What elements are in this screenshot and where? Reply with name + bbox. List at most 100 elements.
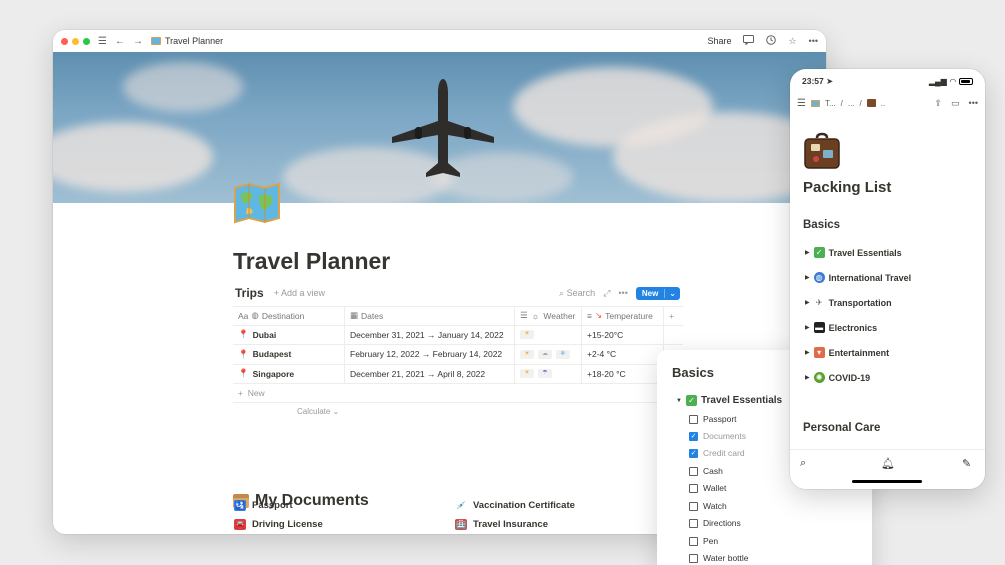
document-passport-link[interactable]: 🛂 Passport: [234, 500, 293, 511]
triangle-down-icon[interactable]: ▼: [676, 398, 682, 404]
more-options-icon[interactable]: •••: [969, 98, 978, 109]
checkbox[interactable]: [689, 553, 698, 563]
trips-table: Aa ◍ Destination ▦ Dates ☰ ☼ Weather ≡ ↘…: [233, 306, 683, 403]
back-arrow-icon[interactable]: ←: [115, 36, 125, 47]
search-button[interactable]: ⌕ Search: [559, 288, 595, 299]
breadcrumb-item[interactable]: T...: [825, 99, 836, 108]
column-weather[interactable]: ☰ ☼ Weather: [515, 307, 582, 325]
weather-cell[interactable]: ☀: [515, 325, 582, 344]
toggle-list-item[interactable]: ▶ ▬ Electronics: [805, 322, 877, 333]
toggle-list-item[interactable]: ▶ ▾ Entertainment: [805, 347, 889, 358]
comments-icon[interactable]: [743, 35, 755, 47]
toggle-list-item[interactable]: ▶ ✈ Transportation: [805, 297, 892, 308]
toggle-list-item[interactable]: ▶ ✺ COVID-19: [805, 372, 870, 383]
triangle-right-icon[interactable]: ▶: [805, 324, 810, 331]
column-dates[interactable]: ▦ Dates: [345, 307, 515, 325]
checkbox[interactable]: [689, 501, 698, 511]
add-column-button[interactable]: +: [664, 307, 683, 325]
group-label: Travel Essentials: [700, 395, 783, 406]
document-vaccination-link[interactable]: 💉 Vaccination Certificate: [455, 500, 575, 511]
dates-cell[interactable]: February 12, 2022 → February 14, 2022: [345, 345, 515, 364]
add-new-row-button[interactable]: + New: [233, 384, 683, 403]
table-row[interactable]: 📍 Budapest February 12, 2022 → February 1…: [233, 345, 683, 365]
mobile-window: 23:57 ➤ ▂▄▆ ◠ ☰ T... / ... / .. ⇪ ▭ ••• …: [790, 69, 985, 489]
destination-cell[interactable]: 📍 Dubai: [233, 325, 345, 344]
checklist-item[interactable]: Pen: [689, 536, 718, 546]
toggle-list-item[interactable]: ▶ ◍ International Travel: [805, 272, 911, 283]
more-icon[interactable]: •••: [618, 288, 627, 298]
bell-icon[interactable]: 🔔︎: [881, 457, 895, 470]
checkbox[interactable]: [689, 483, 698, 493]
zoom-window-button[interactable]: [83, 37, 90, 45]
add-view-button[interactable]: + Add a view: [274, 288, 325, 298]
expand-icon[interactable]: ⤢: [603, 288, 610, 299]
column-temperature[interactable]: ≡ ↘ Temperature: [582, 307, 664, 325]
dates-cell[interactable]: December 21, 2021 → April 8, 2022: [345, 364, 515, 383]
dates-cell[interactable]: December 31, 2021 → January 14, 2022: [345, 325, 515, 344]
trips-title[interactable]: Trips: [235, 286, 264, 300]
toggle-list-item[interactable]: ▶ ✓ Travel Essentials: [805, 247, 902, 258]
window-controls: [61, 37, 90, 45]
triangle-right-icon[interactable]: ▶: [805, 274, 810, 281]
checkbox[interactable]: [689, 518, 698, 528]
temperature-cell[interactable]: +15-20°C: [582, 325, 664, 344]
checklist-item[interactable]: Directions: [689, 518, 741, 528]
empty-cell: [664, 326, 683, 345]
history-clock-icon[interactable]: [766, 35, 777, 47]
forward-arrow-icon[interactable]: →: [133, 36, 143, 47]
checklist-item[interactable]: Cash: [689, 466, 723, 476]
table-row[interactable]: 📍 Singapore December 21, 2021 → April 8, …: [233, 364, 683, 384]
checklist-item[interactable]: ✓ Documents: [689, 431, 746, 441]
new-button-label: New: [641, 288, 659, 298]
calculate-button[interactable]: Calculate ⌄: [297, 407, 339, 416]
checklist-item[interactable]: ✓ Credit card: [689, 448, 745, 458]
more-options-icon[interactable]: •••: [809, 36, 818, 46]
destination-cell[interactable]: 📍 Budapest: [233, 345, 345, 364]
checkbox[interactable]: ✓: [689, 431, 698, 441]
checkbox[interactable]: ✓: [689, 448, 698, 458]
triangle-right-icon[interactable]: ▶: [805, 249, 810, 256]
checklist-item[interactable]: Wallet: [689, 483, 726, 493]
temperature-cell[interactable]: +18-20 °C: [582, 364, 664, 383]
text-icon: Aa: [238, 310, 249, 321]
breadcrumb-item[interactable]: ...: [848, 99, 855, 108]
new-button[interactable]: New ⌄: [635, 286, 680, 300]
checkbox[interactable]: [689, 414, 698, 424]
document-license-link[interactable]: 🚘 Driving License: [234, 519, 323, 530]
checklist-label: Watch: [703, 501, 727, 511]
column-destination[interactable]: Aa ◍ Destination: [233, 307, 345, 325]
minimize-window-button[interactable]: [72, 37, 79, 45]
checklist-item[interactable]: Watch: [689, 501, 727, 511]
triangle-right-icon[interactable]: ▶: [805, 349, 810, 356]
share-button[interactable]: Share: [707, 36, 731, 46]
table-row[interactable]: 📍 Dubai December 31, 2021 → January 14, 2…: [233, 325, 683, 345]
search-icon[interactable]: ⌕: [800, 457, 806, 470]
comments-icon[interactable]: ▭: [951, 98, 960, 109]
travel-essentials-toggle[interactable]: ▼ ✓ Travel Essentials: [676, 395, 782, 406]
temperature-cell[interactable]: +2-4 °C: [582, 345, 664, 364]
triangle-right-icon[interactable]: ▶: [805, 299, 810, 306]
document-insurance-link[interactable]: 🏥 Travel Insurance: [455, 519, 548, 530]
weather-cell[interactable]: ☀ ☁ ❄: [515, 345, 582, 364]
favorite-star-icon[interactable]: ☆: [788, 36, 796, 47]
weather-cell[interactable]: ☀ ☂: [515, 364, 582, 383]
triangle-right-icon[interactable]: ▶: [805, 374, 810, 381]
cover-image: [53, 52, 826, 203]
menu-icon[interactable]: ☰: [797, 98, 806, 109]
destination-cell[interactable]: 📍 Singapore: [233, 364, 345, 383]
menu-icon[interactable]: ☰: [98, 36, 107, 47]
compose-icon[interactable]: ✎: [962, 457, 971, 470]
breadcrumb-item[interactable]: ..: [881, 99, 885, 108]
checkbox[interactable]: [689, 466, 698, 476]
item-label: International Travel: [828, 272, 912, 283]
checkbox[interactable]: [689, 536, 698, 546]
basics-title: Basics: [672, 365, 714, 380]
breadcrumb[interactable]: Travel Planner: [150, 36, 223, 46]
checklist-item[interactable]: Water bottle: [689, 553, 749, 563]
close-window-button[interactable]: [61, 37, 68, 45]
share-icon[interactable]: ⇪: [934, 98, 942, 109]
cloud-icon: ☁: [538, 349, 552, 359]
checklist-label: Passport: [703, 414, 737, 424]
chevron-down-icon[interactable]: ⌄: [664, 288, 680, 298]
checklist-item[interactable]: Passport: [689, 414, 737, 424]
